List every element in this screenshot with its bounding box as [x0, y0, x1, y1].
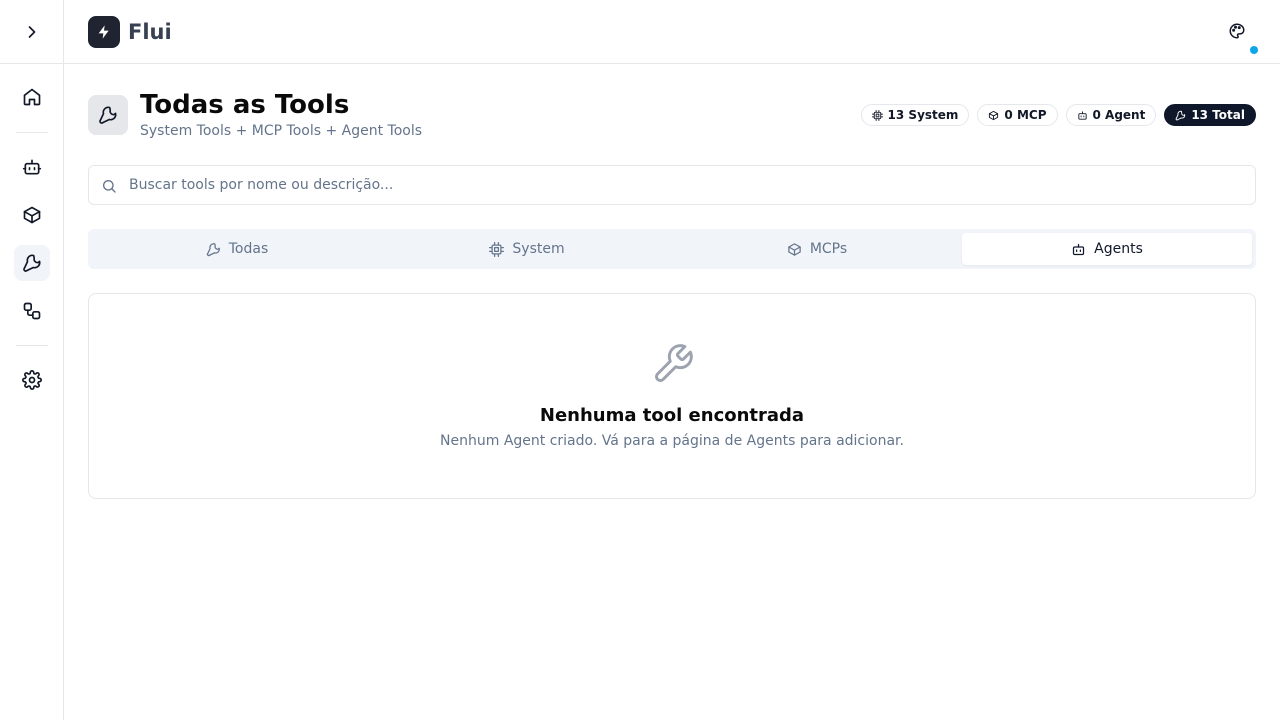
- package-icon: [989, 110, 999, 120]
- sidebar-item-settings[interactable]: [14, 362, 50, 398]
- wrench-icon: [99, 106, 117, 124]
- wrench-icon: [1175, 110, 1186, 120]
- gear-icon: [22, 370, 42, 390]
- empty-state-description: Nenhum Agent criado. Vá para a página de…: [440, 433, 904, 449]
- tab-agents[interactable]: Agents: [962, 233, 1252, 265]
- wrench-icon: [23, 254, 41, 272]
- badge-label: 13 Total: [1191, 108, 1245, 122]
- sidebar-expand-button[interactable]: [0, 0, 64, 64]
- palette-icon: [1229, 23, 1245, 39]
- badge-label: 0 MCP: [1004, 108, 1047, 122]
- cpu-icon: [871, 109, 883, 121]
- tool-count-badges: 13 System 0 MCP 0 Agent 13 Total: [860, 104, 1256, 126]
- tool-filter-tabs: Todas System MCPs Agents: [88, 229, 1256, 269]
- search-input[interactable]: [129, 166, 1239, 204]
- tab-todas[interactable]: Todas: [92, 233, 382, 265]
- bot-icon: [1073, 243, 1085, 255]
- empty-state-icon: [651, 342, 695, 386]
- sidebar-divider: [16, 132, 48, 133]
- app-name[interactable]: Flui: [128, 18, 172, 46]
- cpu-icon: [489, 241, 505, 257]
- tab-label: MCPs: [809, 241, 848, 257]
- search-icon: [103, 180, 116, 193]
- tab-label: Todas: [228, 241, 269, 257]
- theme-palette-button[interactable]: [1228, 22, 1248, 42]
- sidebar-item-agents[interactable]: [14, 149, 50, 185]
- tab-system[interactable]: System: [382, 233, 672, 265]
- bot-icon: [1077, 110, 1087, 120]
- badge-label: 0 Agent: [1092, 108, 1146, 122]
- lightning-icon: [98, 25, 109, 39]
- page-icon: [88, 95, 128, 135]
- wrench-icon: [206, 242, 220, 256]
- tab-label: Agents: [1094, 241, 1143, 257]
- wrench-icon: [655, 344, 693, 382]
- tab-mcps[interactable]: MCPs: [672, 233, 962, 265]
- sidebar: [0, 0, 64, 720]
- sidebar-divider: [16, 345, 48, 346]
- page-subtitle: System Tools + MCP Tools + Agent Tools: [140, 123, 423, 139]
- system-count-badge: 13 System: [860, 104, 970, 126]
- agent-count-badge: 0 Agent: [1065, 104, 1157, 126]
- sidebar-item-home[interactable]: [14, 79, 50, 115]
- empty-state-title: Nenhuma tool encontrada: [539, 405, 805, 426]
- tab-label: System: [512, 241, 565, 257]
- page-title: Todas as Tools: [140, 90, 350, 120]
- home-icon: [23, 88, 41, 106]
- search-box: [88, 165, 1256, 205]
- package-icon: [23, 206, 41, 224]
- empty-state-card: Nenhuma tool encontrada Nenhum Agent cri…: [88, 293, 1256, 499]
- total-count-badge: 13 Total: [1164, 104, 1256, 126]
- sidebar-item-tools[interactable]: [14, 245, 50, 281]
- package-icon: [788, 242, 801, 256]
- mcp-count-badge: 0 MCP: [977, 104, 1058, 126]
- badge-label: 13 System: [887, 108, 959, 122]
- workflow-icon: [23, 302, 41, 320]
- app-logo[interactable]: [88, 16, 120, 48]
- notification-dot: [1250, 46, 1258, 54]
- chevron-right-icon: [28, 25, 36, 38]
- sidebar-item-mcps[interactable]: [14, 197, 50, 233]
- top-bar: Flui: [64, 0, 1280, 64]
- sidebar-item-workflows[interactable]: [14, 293, 50, 329]
- bot-icon: [22, 159, 42, 175]
